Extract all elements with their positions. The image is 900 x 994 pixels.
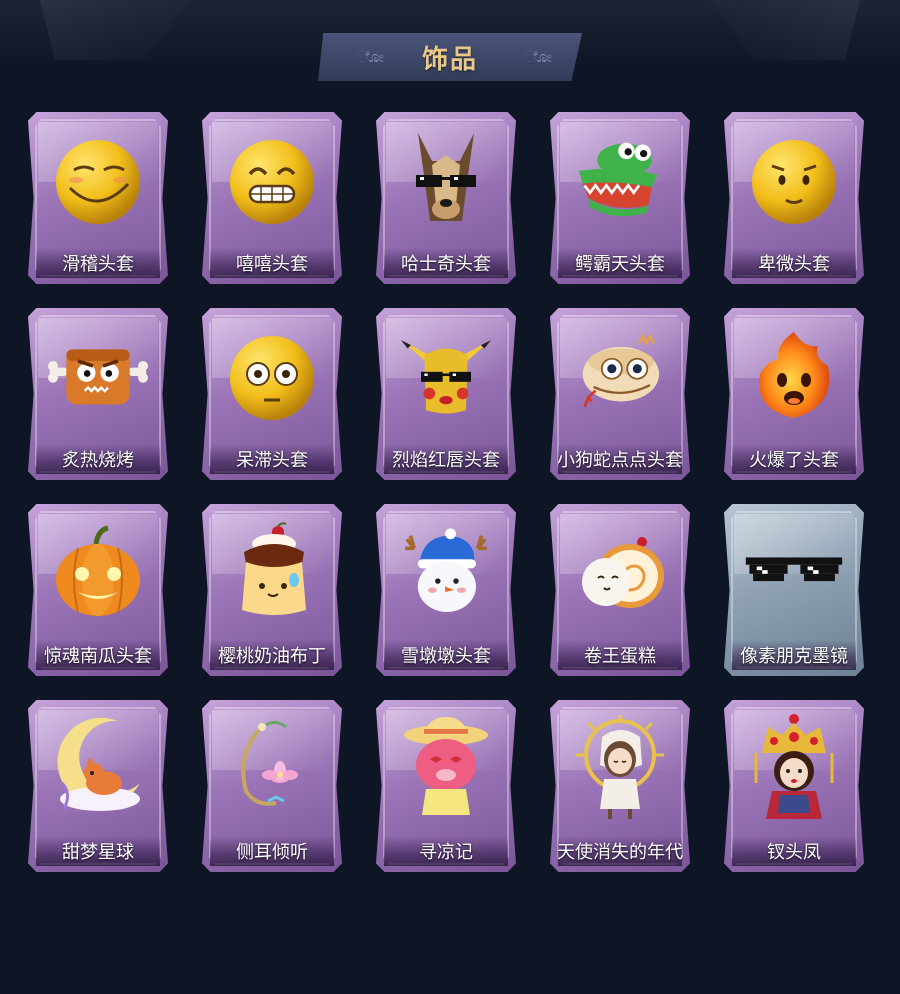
moon-fox-icon (48, 717, 148, 818)
accessory-card[interactable]: 寻凉记 (376, 700, 516, 872)
accessory-card[interactable]: 哈士奇头套 (376, 112, 516, 284)
accessory-card[interactable]: 嘻嘻头套 (202, 112, 342, 284)
title-banner: ೋ 饰品 ೋ (318, 33, 582, 81)
cherry-pudding-icon (222, 522, 322, 622)
accessory-name: 呆滞头套 (236, 450, 308, 471)
roll-cake-icon (570, 522, 670, 622)
angel-girl-halo-icon (570, 715, 670, 819)
accessory-name: 滑稽头套 (62, 254, 134, 275)
crocodile-mask-icon (570, 130, 670, 230)
accessory-name: 卑微头套 (758, 254, 830, 275)
accessory-name: 哈士奇头套 (401, 254, 491, 275)
humble-face-mask-icon (744, 130, 844, 230)
page-title: 饰品 (421, 44, 478, 75)
accessory-name: 甜梦星球 (62, 842, 134, 863)
accessory-card[interactable]: 天使消失的年代 (550, 700, 690, 872)
accessory-name: 嘻嘻头套 (236, 254, 308, 275)
accessory-card[interactable]: 甜梦星球 (28, 700, 168, 872)
fireball-mask-icon (744, 326, 844, 426)
accessory-name: 天使消失的年代 (557, 842, 683, 863)
accessory-card[interactable]: 火爆了头套 (724, 308, 864, 480)
accessory-name: 炙热烧烤 (62, 450, 134, 471)
accessory-card[interactable]: 雪墩墩头套 (376, 504, 516, 676)
grin-face-mask-icon (222, 130, 322, 230)
accessory-name: 雪墩墩头套 (401, 646, 491, 667)
accessory-card[interactable]: 滑稽头套 (28, 112, 168, 284)
accessory-card[interactable]: 卑微头套 (724, 112, 864, 284)
accessory-name: 小狗蛇点点头套 (557, 450, 683, 471)
accessory-card[interactable]: 炙热烧烤 (28, 308, 168, 480)
accessory-card[interactable]: 卷王蛋糕 (550, 504, 690, 676)
accessory-card[interactable]: 樱桃奶油布丁 (202, 504, 342, 676)
accessory-name: 卷王蛋糕 (584, 646, 656, 667)
flower-ear-decoration-icon (222, 718, 322, 818)
swirl-ornament-right-icon: ೋ (524, 47, 553, 66)
accessory-card[interactable]: 呆滞头套 (202, 308, 342, 480)
snake-mask-icon (570, 326, 670, 426)
snowman-reindeer-mask-icon (396, 522, 496, 622)
pikachu-red-lips-mask-icon (396, 326, 496, 426)
accessory-name: 惊魂南瓜头套 (44, 646, 152, 667)
pink-bear-sunhat-icon (396, 717, 496, 818)
accessory-name: 烈焰红唇头套 (392, 450, 500, 471)
pumpkin-mask-icon (48, 522, 148, 622)
phoenix-crown-opera-icon (744, 714, 844, 819)
accessory-card[interactable]: 烈焰红唇头套 (376, 308, 516, 480)
husky-sunglasses-mask-icon (396, 130, 496, 230)
smirk-face-mask-icon (48, 130, 148, 230)
accessory-card[interactable]: 鳄霸天头套 (550, 112, 690, 284)
swirl-ornament-left-icon: ೋ (356, 47, 385, 66)
accessory-name: 樱桃奶油布丁 (218, 646, 326, 667)
pixel-sunglasses-icon (744, 522, 844, 622)
dazed-face-mask-icon (222, 326, 322, 426)
accessory-card[interactable]: 小狗蛇点点头套 (550, 308, 690, 480)
accessory-card[interactable]: 侧耳倾听 (202, 700, 342, 872)
accessory-card[interactable]: 钗头凤 (724, 700, 864, 872)
accessory-name: 钗头凤 (767, 842, 821, 863)
accessory-card[interactable]: 像素朋克墨镜 (724, 504, 864, 676)
accessory-name: 寻凉记 (419, 842, 473, 863)
accessory-grid: 滑稽头套 嘻嘻头套 哈士奇头套 鳄霸天头套 卑微头套 炙热烧烤 呆滞头套 烈焰红… (28, 112, 876, 872)
accessory-name: 侧耳倾听 (236, 842, 308, 863)
accessory-name: 火爆了头套 (749, 450, 839, 471)
accessory-name: 像素朋克墨镜 (740, 646, 848, 667)
grilled-meat-icon (48, 326, 148, 426)
accessory-card[interactable]: 惊魂南瓜头套 (28, 504, 168, 676)
accessory-name: 鳄霸天头套 (575, 254, 665, 275)
